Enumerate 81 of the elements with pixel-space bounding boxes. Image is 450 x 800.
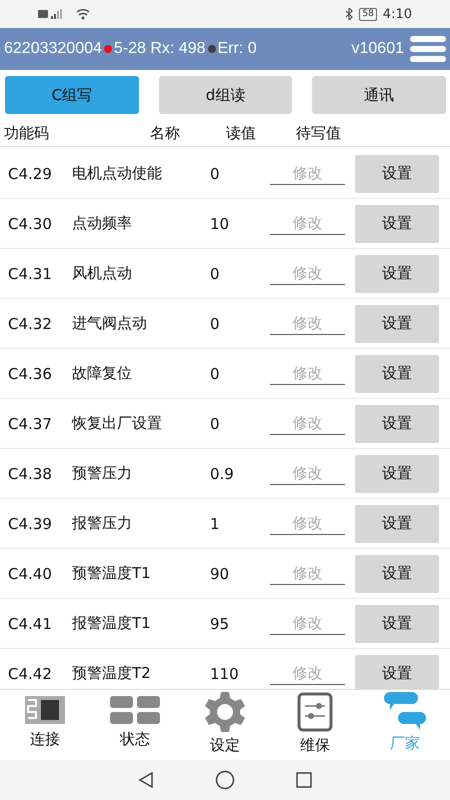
value-cell-text: 0 <box>210 364 221 382</box>
set-button[interactable]: 设置 <box>355 404 439 442</box>
set-button[interactable]: 设置 <box>355 154 439 192</box>
input-field[interactable]: 修改 <box>270 162 345 185</box>
column-header: 功能码 <box>3 124 50 142</box>
value-cell-text: 110 <box>210 664 240 682</box>
input-field[interactable]: 修改 <box>270 462 345 485</box>
column-header: 待写值 <box>296 124 341 142</box>
input-field[interactable]: 修改 <box>270 512 345 535</box>
set-button[interactable]: 设置 <box>355 554 439 592</box>
input-field[interactable]: 修改 <box>270 312 345 335</box>
tab[interactable]: C组写 <box>5 76 139 114</box>
set-button[interactable]: 设置 <box>355 254 439 292</box>
name-cell-text: 报警压力 <box>72 514 133 533</box>
recents-icon[interactable] <box>295 771 313 789</box>
value-cell-text: 0 <box>210 264 221 282</box>
code-cell-text: C4.42 <box>7 664 53 682</box>
tab[interactable]: 通讯 <box>312 76 446 114</box>
bluetooth-icon <box>345 8 354 20</box>
code-cell-text: C4.36 <box>7 364 53 382</box>
battery-level: 58 <box>359 8 377 20</box>
set-button[interactable]: 设置 <box>355 454 439 492</box>
nav-item[interactable]: 维保 <box>270 690 360 760</box>
input-field[interactable]: 修改 <box>270 212 345 235</box>
column-header: 名称 <box>149 124 181 142</box>
code-cell-text: C4.39 <box>7 514 53 532</box>
input-field[interactable]: 修改 <box>270 662 345 685</box>
back-icon[interactable] <box>137 771 155 789</box>
version-label: v10601 <box>352 40 404 58</box>
nav-item[interactable]: 状态 <box>90 690 180 760</box>
value-cell-text: 10 <box>210 214 230 232</box>
settings-icon <box>203 692 247 732</box>
nav-item[interactable]: 设定 <box>180 690 270 760</box>
set-button[interactable]: 设置 <box>355 304 439 342</box>
value-cell-text: 0.9 <box>210 464 235 482</box>
code-cell-text: C4.29 <box>7 164 53 182</box>
code-cell-text: C4.31 <box>7 264 53 282</box>
name-cell-text: 预警温度T1 <box>72 564 152 583</box>
status-text: Err: 0 <box>218 40 257 58</box>
code-cell-text: C4.37 <box>7 414 53 432</box>
value-cell-text: 0 <box>210 314 221 332</box>
wifi-icon <box>76 8 90 20</box>
input-field[interactable]: 修改 <box>270 612 345 635</box>
set-button[interactable]: 设置 <box>355 604 439 642</box>
code-cell-text: C4.40 <box>7 564 53 582</box>
value-cell-text: 1 <box>210 514 221 532</box>
name-cell-text: 点动频率 <box>72 214 133 233</box>
name-cell-text: 风机点动 <box>72 264 133 283</box>
value-cell-text: 0 <box>210 164 221 182</box>
tab[interactable]: d组读 <box>158 76 292 114</box>
name-cell-text: 恢复出厂设置 <box>72 414 163 433</box>
set-button[interactable]: 设置 <box>355 654 439 689</box>
clock: 4:10 <box>382 6 412 22</box>
device-id: 62203320004 <box>4 40 102 58</box>
set-button[interactable]: 设置 <box>355 504 439 542</box>
name-cell-text: 进气阀点动 <box>72 314 148 333</box>
chat-icon <box>384 692 426 730</box>
column-header: 读值 <box>226 124 257 142</box>
nav-item[interactable]: 连接 <box>0 690 90 760</box>
name-cell-text: 报警温度T1 <box>72 614 152 633</box>
name-cell-text: 电机点动使能 <box>72 164 163 183</box>
value-cell-text: 0 <box>210 414 221 432</box>
value-cell-text: 95 <box>210 614 230 632</box>
code-cell-text: C4.38 <box>7 464 53 482</box>
value-cell-text: 90 <box>210 564 230 582</box>
set-button[interactable]: 设置 <box>355 354 439 392</box>
input-field[interactable]: 修改 <box>270 262 345 285</box>
input-field[interactable]: 修改 <box>270 412 345 435</box>
name-cell-text: 预警压力 <box>72 464 133 483</box>
code-cell-text: C4.41 <box>7 614 53 632</box>
status-text: 5-28 Rx: 498 <box>114 40 206 58</box>
sliders-icon <box>297 692 333 732</box>
name-cell-text: 预警温度T2 <box>72 664 152 683</box>
input-field[interactable]: 修改 <box>270 562 345 585</box>
code-cell-text: C4.32 <box>7 314 53 332</box>
set-button[interactable]: 设置 <box>355 204 439 242</box>
code-cell-text: C4.30 <box>7 214 53 232</box>
input-field[interactable]: 修改 <box>270 362 345 385</box>
menu-icon[interactable] <box>410 35 446 63</box>
home-icon[interactable] <box>215 770 235 790</box>
name-cell-text: 故障复位 <box>72 364 133 383</box>
